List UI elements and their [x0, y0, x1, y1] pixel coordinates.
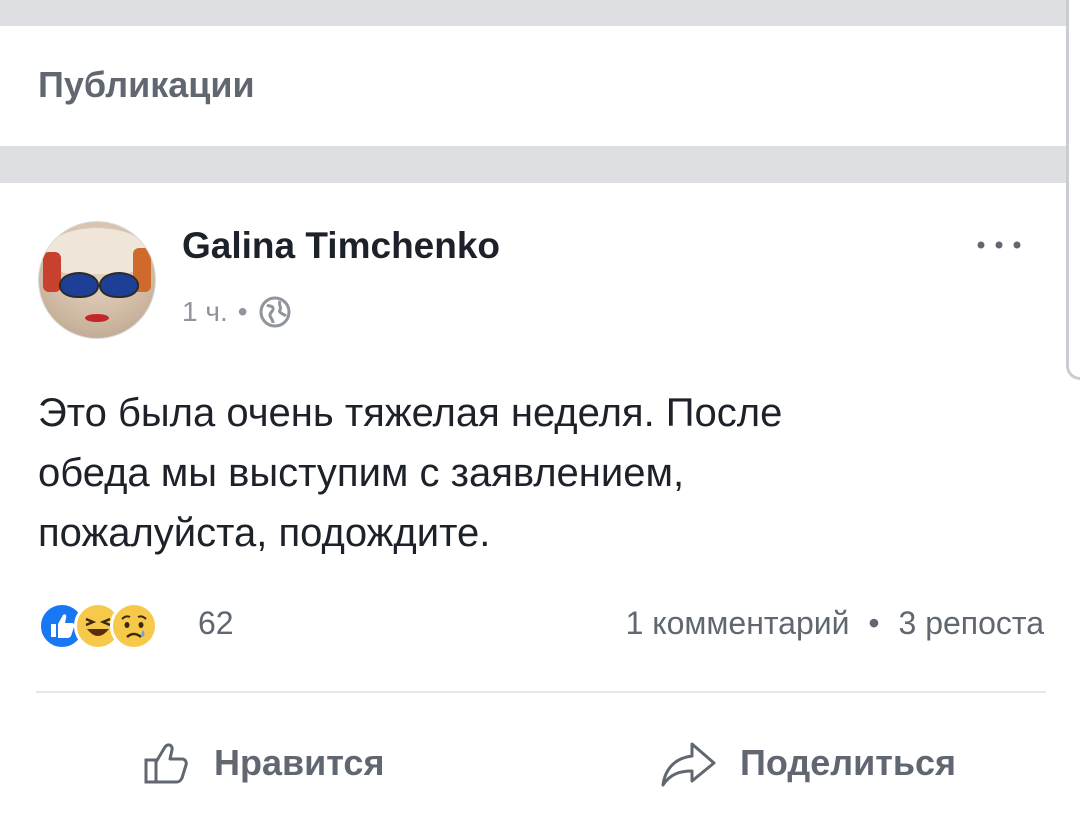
section-header: Публикации [0, 26, 1080, 146]
like-button[interactable]: Нравится [142, 731, 384, 795]
post-card: Galina Timchenko 1 ч. • Это была очень т… [0, 183, 1080, 819]
reactions-row: 62 1 комментарий • 3 репоста [38, 601, 1048, 651]
post-text: Это была очень тяжелая неделя. После обе… [38, 383, 1018, 563]
section-title: Публикации [38, 64, 255, 105]
section-separator-band [0, 146, 1080, 183]
facebook-page: Публикации Galina Timchenko 1 ч. • Это б… [0, 0, 1080, 819]
meta-separator: • [868, 605, 880, 641]
top-separator-band [0, 0, 1080, 26]
comments-shares: 1 комментарий • 3 репоста [626, 605, 1044, 642]
shares-count-link[interactable]: 3 репоста [899, 605, 1045, 641]
author-name[interactable]: Galina Timchenko [182, 225, 500, 267]
more-options-icon[interactable] [974, 235, 1024, 255]
avatar[interactable] [38, 221, 156, 339]
post-text-line: Это была очень тяжелая неделя. После [38, 391, 783, 435]
post-text-line: пожалуйста, подождите. [38, 511, 491, 555]
reaction-icons[interactable] [38, 601, 158, 651]
share-label: Поделиться [740, 742, 957, 783]
sad-reaction-icon [110, 602, 158, 650]
thumbs-up-icon [144, 743, 188, 784]
like-label: Нравится [214, 742, 385, 783]
divider [36, 691, 1046, 693]
comments-count-link[interactable]: 1 комментарий [626, 605, 850, 641]
post-meta: 1 ч. • [182, 295, 292, 329]
globe-icon[interactable] [258, 295, 292, 329]
post-text-line: обеда мы выступим с заявлением, [38, 451, 685, 495]
post-time[interactable]: 1 ч. [182, 296, 228, 328]
meta-separator: • [237, 296, 248, 327]
reaction-count[interactable]: 62 [198, 605, 234, 642]
share-button[interactable]: Поделиться [660, 731, 956, 795]
share-arrow-icon [661, 742, 716, 787]
